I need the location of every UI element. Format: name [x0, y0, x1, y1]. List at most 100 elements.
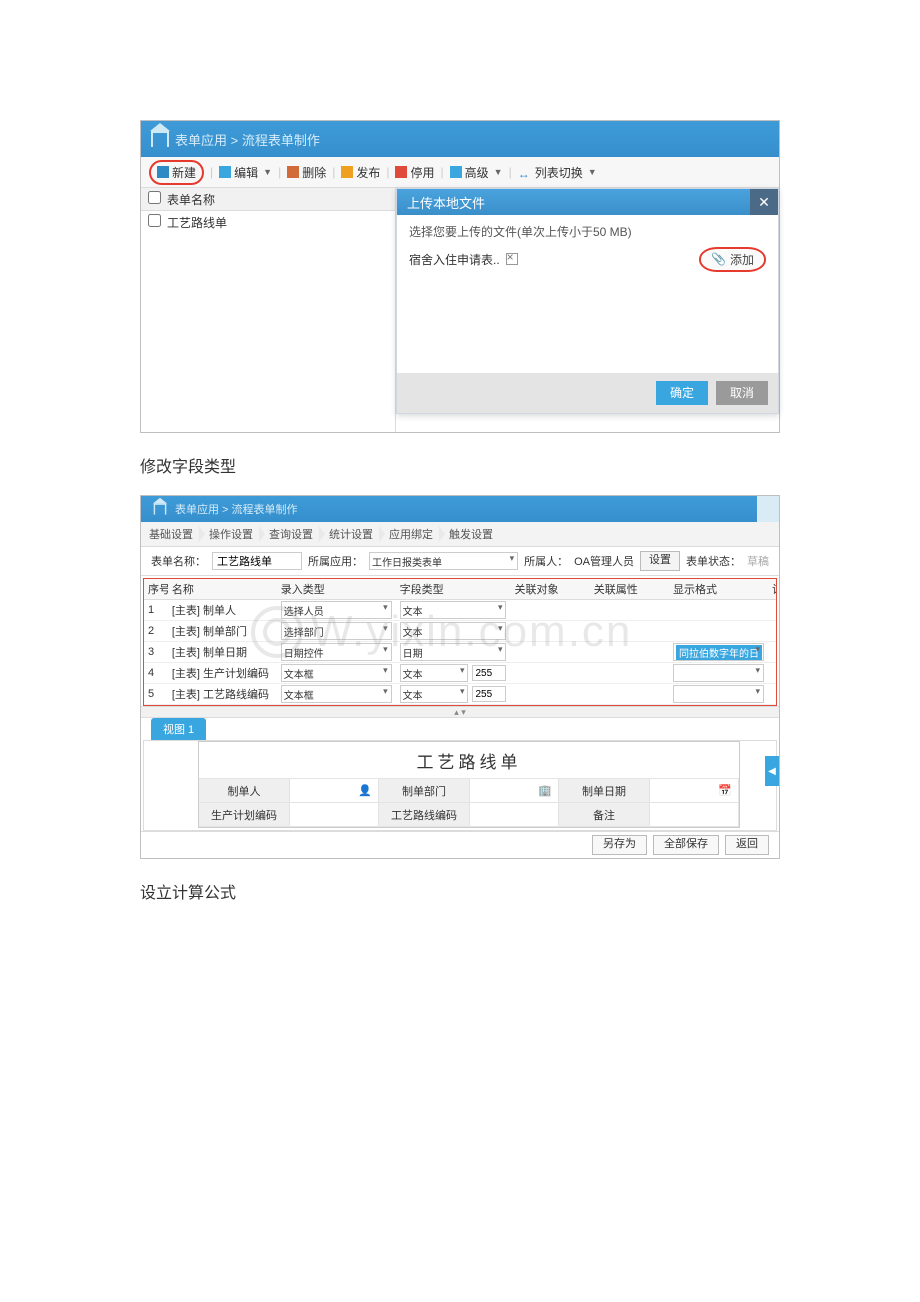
grid-row[interactable]: 4 [主表] 生产计划编码 文本框 文本: [144, 663, 776, 684]
owner-value: OA管理人员: [574, 553, 634, 569]
advanced-button[interactable]: 高级 ▼: [450, 164, 503, 181]
saveall-button[interactable]: 全部保存: [653, 835, 719, 855]
preview-title: 工艺路线单: [199, 742, 739, 779]
dialog-title: 上传本地文件: [407, 193, 485, 212]
col-field-type: 字段类型: [396, 581, 511, 597]
col-disp-fmt: 显示格式: [669, 581, 768, 597]
disp-format-select[interactable]: 同拉伯数字年的日: [673, 643, 764, 661]
view-tab[interactable]: 视图 1: [151, 718, 206, 740]
lbl-date: 制单日期: [559, 779, 650, 803]
cell-date[interactable]: 📅: [650, 779, 739, 803]
splitter-bar[interactable]: ▴ ▾: [141, 706, 779, 718]
row-checkbox[interactable]: [141, 214, 167, 230]
tab-trigger[interactable]: 触发设置: [441, 522, 501, 546]
swap-button[interactable]: 列表切换 ▼: [518, 164, 597, 181]
cell-remark[interactable]: [650, 803, 739, 827]
caption-set-formula: 设立计算公式: [140, 879, 780, 903]
publish-button[interactable]: 发布: [341, 164, 380, 181]
caret-icon: ▼: [588, 167, 597, 177]
tab-query[interactable]: 查询设置: [261, 522, 321, 546]
lbl-plan-code: 生产计划编码: [199, 803, 290, 827]
tab-op[interactable]: 操作设置: [201, 522, 261, 546]
field-type-select[interactable]: 文本: [400, 601, 507, 619]
tab-stat[interactable]: 统计设置: [321, 522, 381, 546]
cell-name: [主表] 制单日期: [168, 644, 277, 660]
publish-label: 发布: [356, 164, 380, 181]
cell-dept[interactable]: 🏢: [470, 779, 559, 803]
cancel-button[interactable]: 取消: [716, 381, 768, 405]
list-item[interactable]: 工艺路线单: [141, 211, 395, 233]
input-type-select[interactable]: 选择人员: [281, 601, 392, 619]
remove-file-button[interactable]: [506, 253, 518, 265]
input-type-select[interactable]: 选择部门: [281, 622, 392, 640]
caret-icon: ▼: [494, 167, 503, 177]
upload-dialog: 上传本地文件 ✕ 选择您要上传的文件(单次上传小于50 MB) 宿舍入住申请表.…: [396, 188, 779, 414]
stop-button[interactable]: 停用: [395, 164, 434, 181]
publish-icon: [341, 166, 353, 178]
highlighted-option: 同拉伯数字年的日: [676, 645, 762, 660]
length-input[interactable]: [472, 665, 506, 681]
add-file-button[interactable]: 📎 添加: [699, 247, 766, 272]
grid-row[interactable]: 2 [主表] 制单部门 选择部门 文本: [144, 621, 776, 642]
cell-route-code[interactable]: [470, 803, 559, 827]
stop-label: 停用: [410, 164, 434, 181]
new-button[interactable]: 新建: [149, 160, 204, 185]
input-type-select[interactable]: 文本框: [281, 664, 392, 682]
input-type-select[interactable]: 文本框: [281, 685, 392, 703]
disp-format-select[interactable]: [673, 664, 764, 682]
disp-format-select[interactable]: [673, 685, 764, 703]
panel-handle[interactable]: [757, 496, 779, 522]
home-icon: [154, 503, 167, 514]
swap-label: 列表切换: [535, 164, 583, 181]
field-type-select[interactable]: 文本: [400, 685, 469, 703]
grid-row[interactable]: 3 [主表] 制单日期 日期控件 日期 同拉伯数字年的日: [144, 642, 776, 663]
cell-seq: 5: [144, 688, 168, 700]
caption-modify-field-type: 修改字段类型: [140, 453, 780, 477]
separator: |: [384, 165, 391, 179]
grid-row[interactable]: 5 [主表] 工艺路线编码 文本框 文本: [144, 684, 776, 705]
collapse-handle[interactable]: ◀: [765, 756, 779, 786]
cell-seq: 2: [144, 625, 168, 637]
ok-button[interactable]: 确定: [656, 381, 708, 405]
close-button[interactable]: ✕: [750, 189, 778, 215]
lbl-dept: 制单部门: [379, 779, 470, 803]
tab-bind[interactable]: 应用绑定: [381, 522, 441, 546]
field-type-select[interactable]: 文本: [400, 664, 469, 682]
cell-maker[interactable]: 👤: [290, 779, 379, 803]
name-input[interactable]: [212, 552, 302, 570]
cell-plan-code[interactable]: [290, 803, 379, 827]
lbl-route-code: 工艺路线编码: [379, 803, 470, 827]
screenshot-upload-dialog: 表单应用 > 流程表单制作 新建 | 编辑 ▼ | 删除 | 发布: [140, 120, 780, 433]
calendar-icon: 📅: [718, 784, 732, 797]
dialog-titlebar: 上传本地文件 ✕: [397, 189, 778, 215]
set-button[interactable]: 设置: [640, 551, 680, 571]
separator: |: [276, 165, 283, 179]
grid-row[interactable]: 1 [主表] 制单人 选择人员 文本: [144, 600, 776, 621]
state-value: 草稿: [747, 553, 769, 569]
back-button[interactable]: 返回: [725, 835, 769, 855]
cell-seq: 3: [144, 646, 168, 658]
col-input-type: 录入类型: [277, 581, 396, 597]
length-input[interactable]: [472, 686, 506, 702]
edit-button[interactable]: 编辑 ▼: [219, 164, 272, 181]
org-icon: 🏢: [538, 784, 552, 797]
select-all-checkbox[interactable]: [141, 191, 167, 207]
name-label: 表单名称：: [151, 553, 206, 569]
separator: |: [439, 165, 446, 179]
input-type-select[interactable]: 日期控件: [281, 643, 392, 661]
tab-basic[interactable]: 基础设置: [141, 522, 201, 546]
separator: |: [208, 165, 215, 179]
advanced-label: 高级: [465, 164, 489, 181]
field-type-select[interactable]: 日期: [400, 643, 507, 661]
delete-label: 删除: [302, 164, 326, 181]
saveas-button[interactable]: 另存为: [592, 835, 647, 855]
owner-label: 所属人：: [524, 553, 568, 569]
col-formula: 计算公式: [768, 581, 776, 597]
edit-label: 编辑: [234, 164, 258, 181]
lbl-remark: 备注: [559, 803, 650, 827]
app-select[interactable]: 工作日报类表单: [369, 552, 518, 570]
delete-icon: [287, 166, 299, 178]
delete-button[interactable]: 删除: [287, 164, 326, 181]
app-value: 工作日报类表单: [372, 554, 442, 569]
field-type-select[interactable]: 文本: [400, 622, 507, 640]
